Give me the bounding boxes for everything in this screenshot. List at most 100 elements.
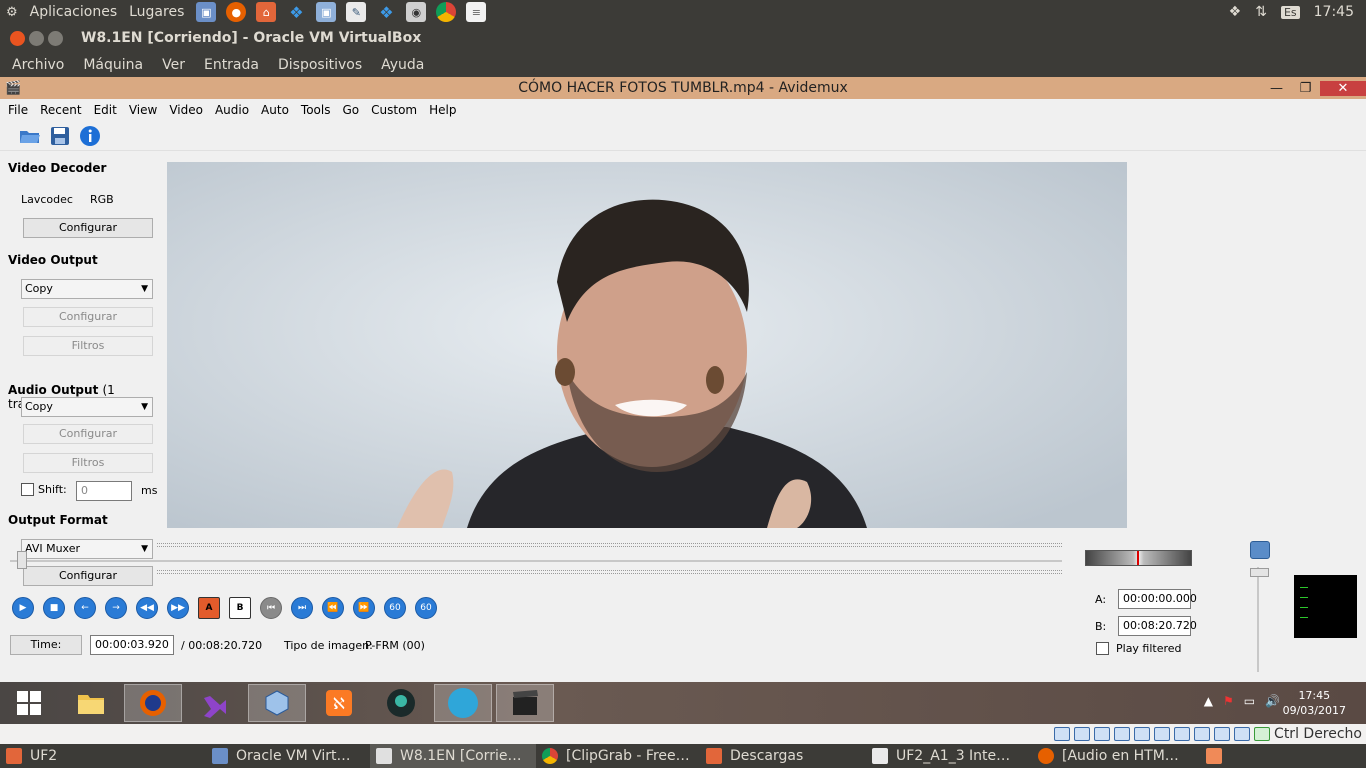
cpu-icon[interactable] <box>1214 727 1231 741</box>
virtualbox-icon[interactable]: ▣ <box>196 2 217 22</box>
menu-go[interactable]: Go <box>336 103 365 117</box>
task-clipgrab[interactable]: [ClipGrab - Free… <box>536 744 700 768</box>
jog-shuttle[interactable] <box>1085 550 1192 566</box>
menu-auto[interactable]: Auto <box>255 103 295 117</box>
network-adapter-icon[interactable] <box>1174 727 1191 741</box>
minimize-icon[interactable]: — <box>1262 81 1291 96</box>
forward-60s-icon[interactable]: 60 <box>415 597 437 619</box>
save-icon[interactable] <box>48 125 72 147</box>
info-icon[interactable] <box>78 125 102 147</box>
video-filters-button[interactable]: Filtros <box>23 336 153 356</box>
network-icon[interactable]: ▭ <box>1244 694 1255 708</box>
restore-icon[interactable]: ❐ <box>1291 81 1320 96</box>
goto-start-icon[interactable]: ⏮ <box>260 597 282 619</box>
keyboard-layout-indicator[interactable]: Es <box>1280 5 1300 19</box>
menu-archivo[interactable]: Archivo <box>12 57 64 73</box>
gitkraken-icon[interactable] <box>372 684 430 722</box>
clock[interactable]: 17:45 <box>1314 4 1354 20</box>
position-slider[interactable] <box>10 560 1062 562</box>
video-configure-button[interactable]: Configurar <box>23 307 153 327</box>
task-w81en[interactable]: W8.1EN [Corrie… <box>370 744 536 768</box>
previous-keyframe-icon[interactable]: ⏪ <box>322 597 344 619</box>
menu-ayuda[interactable]: Ayuda <box>381 57 424 73</box>
output-format-select[interactable]: AVI Muxer ▼ <box>21 539 153 559</box>
dropbox-icon[interactable]: ❖ <box>286 2 306 22</box>
menu-ver[interactable]: Ver <box>162 57 185 73</box>
task-uf2[interactable]: UF2 <box>0 744 206 768</box>
open-folder-icon[interactable] <box>18 125 42 147</box>
volume-slider-handle[interactable] <box>1250 568 1269 577</box>
shift-spinbox[interactable]: 0 <box>76 481 132 501</box>
menu-recent[interactable]: Recent <box>34 103 87 117</box>
play-filtered-checkbox[interactable] <box>1096 642 1109 655</box>
firefox-taskbar-icon[interactable] <box>124 684 182 722</box>
task-virtualbox[interactable]: Oracle VM Virt… <box>206 744 370 768</box>
close-icon[interactable]: ✕ <box>1320 80 1366 96</box>
speaker-icon[interactable]: 🔊 <box>1265 694 1280 708</box>
menu-video[interactable]: Video <box>163 103 209 117</box>
chrome-icon[interactable] <box>436 2 457 22</box>
dropbox-tray-icon[interactable]: ❖ <box>1229 4 1242 20</box>
volume-slider[interactable] <box>1257 567 1259 672</box>
stop-icon[interactable]: ■ <box>43 597 65 619</box>
audio-configure-button[interactable]: Configurar <box>23 424 153 444</box>
text-editor-icon[interactable]: ✎ <box>346 2 367 22</box>
windows-start-icon[interactable] <box>0 684 58 722</box>
mouse-integration-icon[interactable] <box>1234 727 1251 741</box>
shared-folders-icon[interactable] <box>1134 727 1151 741</box>
position-slider-handle[interactable] <box>17 551 27 569</box>
menu-view[interactable]: View <box>123 103 163 117</box>
visual-studio-icon[interactable] <box>186 684 244 722</box>
previous-frame-icon[interactable]: ← <box>74 597 96 619</box>
maximize-window-button[interactable] <box>48 30 63 46</box>
time-button[interactable]: Time: <box>10 635 82 655</box>
set-marker-b-icon[interactable]: B <box>229 597 251 619</box>
guest-clock[interactable]: 17:45 09/03/2017 <box>1283 688 1346 718</box>
usb-icon[interactable] <box>1114 727 1131 741</box>
shift-checkbox[interactable] <box>21 483 34 496</box>
firefox-icon[interactable]: ● <box>226 2 247 22</box>
xampp-icon[interactable]: ℵ <box>310 684 368 722</box>
show-hidden-icons-icon[interactable]: ▲ <box>1204 694 1213 708</box>
task-uf2-a1-3[interactable]: UF2_A1_3 Inte… <box>866 744 1032 768</box>
ubuntu-logo-icon[interactable]: ⚙ <box>6 5 18 20</box>
format-configure-button[interactable]: Configurar <box>23 566 153 586</box>
display-icon[interactable] <box>1154 727 1171 741</box>
arrow-down-icon[interactable] <box>1254 727 1271 741</box>
applications-menu[interactable]: Aplicaciones <box>30 4 117 20</box>
menu-entrada[interactable]: Entrada <box>204 57 259 73</box>
current-time-field[interactable]: 00:00:03.920 <box>90 635 174 655</box>
menu-dispositivos[interactable]: Dispositivos <box>278 57 362 73</box>
set-marker-a-icon[interactable]: A <box>198 597 220 619</box>
menu-file[interactable]: File <box>2 103 34 117</box>
video-preview[interactable] <box>167 162 1127 528</box>
virtualbox-taskbar-icon[interactable] <box>248 684 306 722</box>
guest-display[interactable]: 🎬 CÓMO HACER FOTOS TUMBLR.mp4 - Avidemux… <box>0 77 1366 682</box>
menu-edit[interactable]: Edit <box>88 103 123 117</box>
menu-custom[interactable]: Custom <box>365 103 423 117</box>
network-icon[interactable]: ⇅ <box>1255 4 1267 20</box>
back-60s-icon[interactable]: 60 <box>384 597 406 619</box>
document-icon[interactable]: ≡ <box>466 2 487 22</box>
video-capture-icon[interactable] <box>1194 727 1211 741</box>
camera-icon[interactable]: ◉ <box>406 2 427 22</box>
menu-tools[interactable]: Tools <box>295 103 337 117</box>
close-window-button[interactable] <box>10 30 25 46</box>
virtualbox-icon[interactable]: ▣ <box>316 2 337 22</box>
file-explorer-icon[interactable] <box>62 684 120 722</box>
workspace-switcher[interactable] <box>1200 744 1230 768</box>
rewind-icon[interactable]: ◀◀ <box>136 597 158 619</box>
task-descargas[interactable]: Descargas <box>700 744 866 768</box>
dropbox-icon[interactable]: ❖ <box>376 2 396 22</box>
audio-output-select[interactable]: Copy ▼ <box>21 397 153 417</box>
home-folder-icon[interactable]: ⌂ <box>256 2 277 22</box>
decoder-configure-button[interactable]: Configurar <box>23 218 153 238</box>
menu-maquina[interactable]: Máquina <box>83 57 143 73</box>
audio-icon[interactable] <box>1094 727 1111 741</box>
avidemux-taskbar-icon[interactable] <box>496 684 554 722</box>
menu-help[interactable]: Help <box>423 103 462 117</box>
volume-icon[interactable] <box>1250 541 1270 559</box>
audio-filters-button[interactable]: Filtros <box>23 453 153 473</box>
video-output-select[interactable]: Copy ▼ <box>21 279 153 299</box>
optical-drive-icon[interactable] <box>1074 727 1091 741</box>
